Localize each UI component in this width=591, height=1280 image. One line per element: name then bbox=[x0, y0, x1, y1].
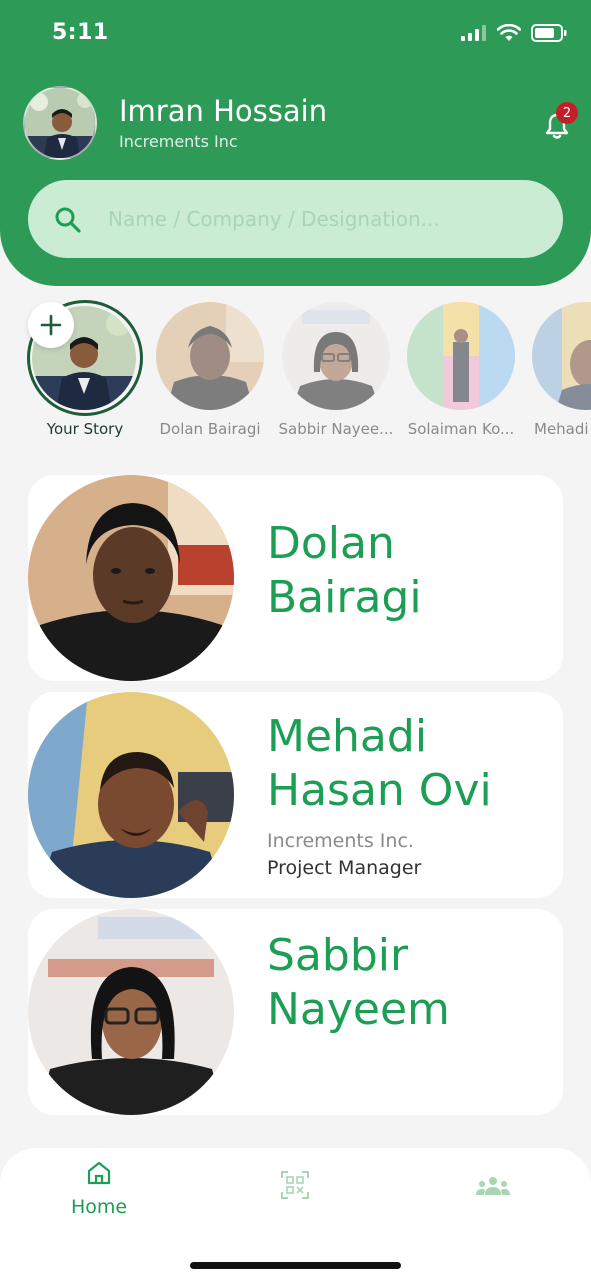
contact-photo bbox=[28, 475, 234, 681]
contact-photo-image bbox=[28, 692, 234, 898]
contact-card[interactable]: Dolan Bairagi bbox=[28, 475, 563, 681]
story-avatar bbox=[407, 302, 515, 410]
contact-name: Sabbir Nayeem bbox=[267, 930, 450, 1035]
add-story-button[interactable] bbox=[28, 302, 74, 348]
battery-icon bbox=[531, 24, 567, 42]
home-indicator bbox=[190, 1262, 401, 1269]
stories-row: Your Story Dolan Bairagi Sabbir Nayee...… bbox=[0, 298, 591, 448]
story-avatar bbox=[282, 302, 390, 410]
story-avatar bbox=[532, 302, 591, 410]
contact-photo bbox=[28, 692, 234, 898]
contact-name: Dolan Bairagi bbox=[267, 518, 422, 623]
contact-photo-image bbox=[28, 909, 234, 1115]
bottom-nav: Home bbox=[0, 1148, 591, 1280]
story-label: Solaiman Ko... bbox=[407, 420, 515, 438]
contact-photo-image bbox=[28, 475, 234, 681]
group-icon bbox=[476, 1177, 510, 1195]
app-header: 5:11 Imran Hossain Increments Inc 2 Name… bbox=[0, 0, 591, 286]
story-photo bbox=[532, 302, 591, 410]
profile-name: Imran Hossain bbox=[119, 94, 328, 128]
search-input[interactable] bbox=[108, 180, 548, 258]
profile-photo bbox=[25, 88, 95, 158]
wifi-icon bbox=[497, 24, 521, 41]
story-label: Your Story bbox=[46, 420, 124, 438]
story-label: Sabbir Nayee... bbox=[278, 420, 394, 438]
profile-company: Increments Inc bbox=[119, 132, 238, 151]
story-photo bbox=[282, 302, 390, 410]
story-avatar bbox=[156, 302, 264, 410]
contact-name: Mehadi Hasan Ovi bbox=[267, 711, 492, 816]
story-label: Mehadi bbox=[534, 420, 589, 438]
status-time: 5:11 bbox=[52, 20, 109, 45]
nav-home-label: Home bbox=[70, 1196, 128, 1218]
story-photo bbox=[407, 302, 515, 410]
notification-badge: 2 bbox=[556, 102, 578, 124]
search-icon bbox=[55, 207, 81, 233]
signal-icon bbox=[461, 25, 486, 41]
story-label: Dolan Bairagi bbox=[159, 420, 261, 438]
qr-scan-icon bbox=[281, 1171, 309, 1199]
nav-group[interactable] bbox=[476, 1176, 510, 1200]
story-photo bbox=[156, 302, 264, 410]
nav-home[interactable]: Home bbox=[68, 1160, 130, 1218]
contact-company: Increments Inc. bbox=[267, 830, 414, 852]
contact-card[interactable]: Mehadi Hasan Ovi Increments Inc. Project… bbox=[28, 692, 563, 898]
nav-qr-scan[interactable] bbox=[280, 1170, 310, 1204]
contact-photo bbox=[28, 909, 234, 1115]
contact-card[interactable]: Sabbir Nayeem bbox=[28, 909, 563, 1115]
status-icons bbox=[461, 24, 567, 42]
home-icon bbox=[87, 1161, 111, 1185]
contact-role: Project Manager bbox=[267, 857, 422, 879]
plus-icon bbox=[40, 314, 62, 336]
search-bar[interactable] bbox=[28, 180, 563, 258]
profile-avatar[interactable] bbox=[23, 86, 97, 160]
status-bar: 5:11 bbox=[0, 0, 591, 70]
